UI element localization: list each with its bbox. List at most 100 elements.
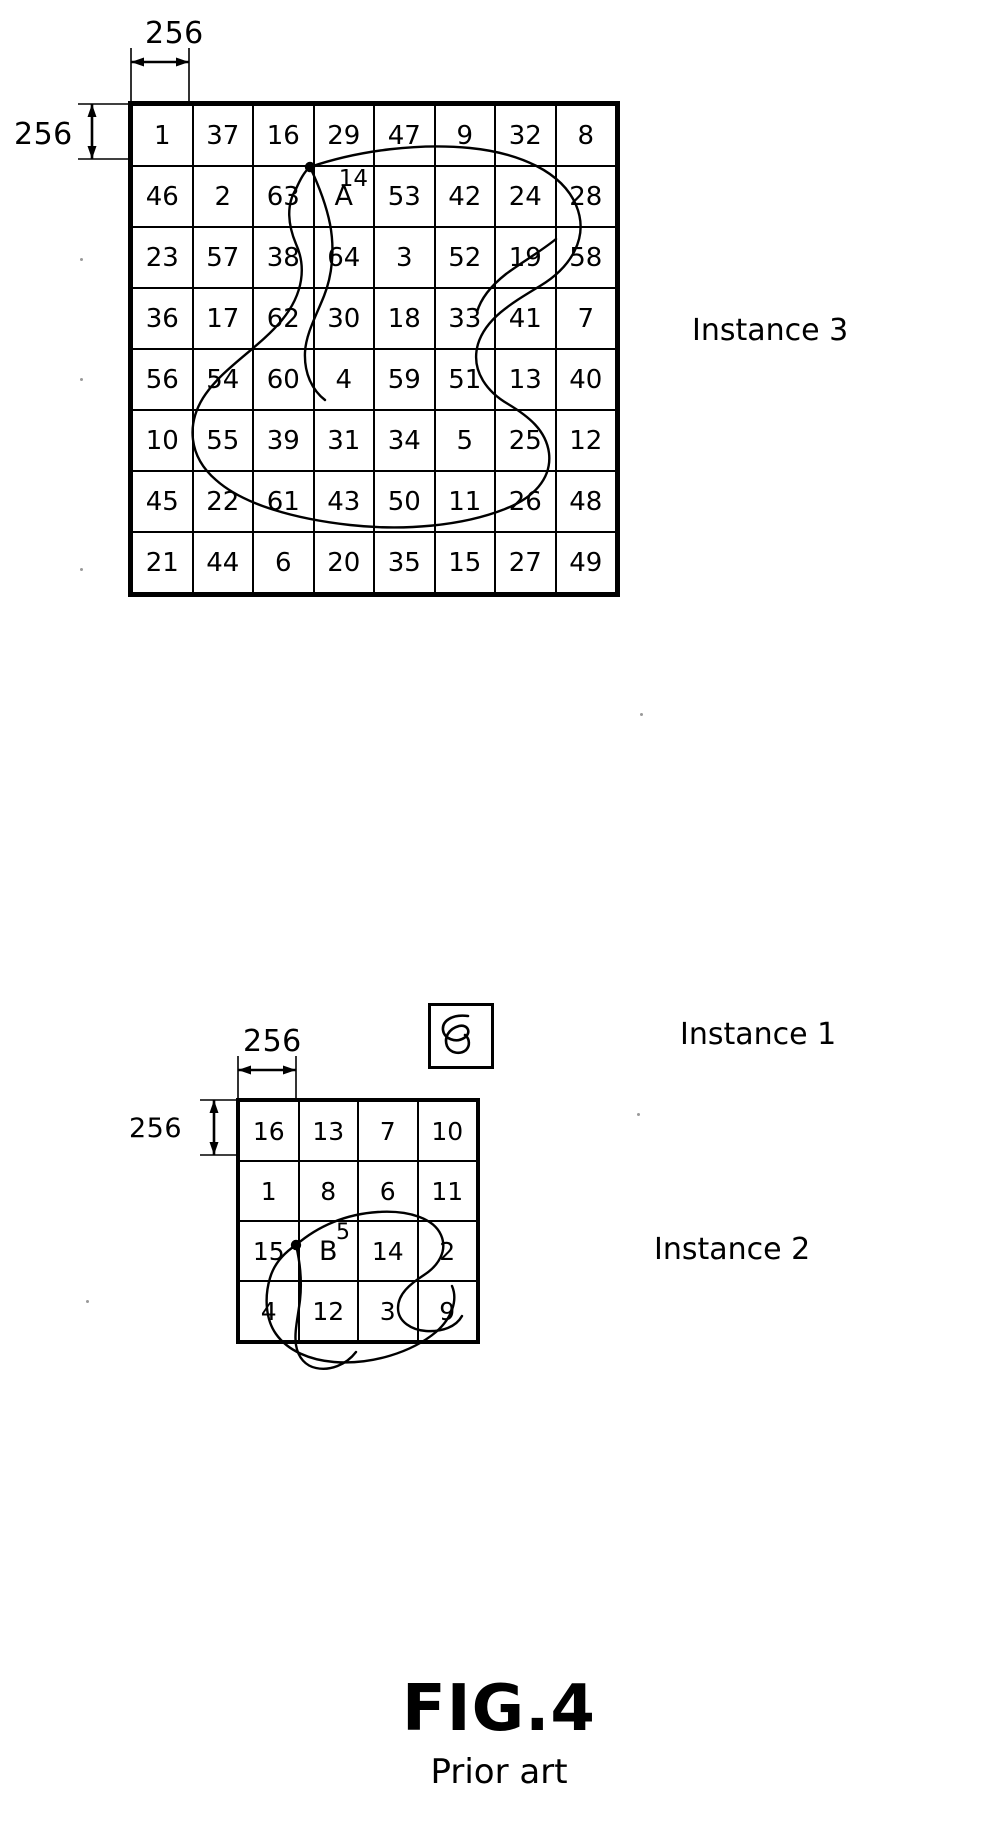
grid-cell: 8: [297, 1160, 359, 1222]
grid-cell: 4: [237, 1280, 300, 1343]
grid-cell: 4: [312, 348, 375, 411]
instance2-height-dimension-label: 256: [129, 1113, 183, 1144]
grid-cell: 41: [494, 287, 557, 350]
grid-cell: 18: [373, 287, 436, 350]
grid-cell: 19: [494, 226, 557, 289]
scan-speckle: [80, 568, 83, 571]
grid-cell: 40: [554, 348, 619, 411]
table-row: 45 22 61 43 50 11 26 48: [129, 470, 619, 533]
grid-cell: 16: [252, 102, 315, 167]
grid-cell: 53: [373, 165, 436, 228]
grid-cell: 11: [416, 1160, 479, 1222]
grid-cell: 49: [554, 531, 619, 596]
grid-cell: 2: [191, 165, 254, 228]
table-row: 16 13 7 10: [237, 1099, 479, 1162]
grid-cell: 13: [494, 348, 557, 411]
grid-cell: 26: [494, 470, 557, 533]
instance3-label: Instance 3: [692, 313, 849, 348]
grid-cell: 48: [554, 470, 619, 533]
grid-cell: 59: [373, 348, 436, 411]
grid-cell: 38: [252, 226, 315, 289]
scan-speckle: [637, 1113, 640, 1116]
grid-cell: 63: [252, 165, 315, 228]
table-row: 4 12 3 9: [237, 1280, 479, 1343]
grid-cell: 1: [129, 102, 194, 167]
instance1-label: Instance 1: [680, 1017, 837, 1052]
grid-cell: 37: [191, 102, 254, 167]
grid-cell: 3: [357, 1280, 419, 1343]
grid-cell: 56: [129, 348, 194, 411]
grid-cell: 9: [416, 1280, 479, 1343]
instance3-height-dimension-label: 256: [14, 117, 73, 152]
instance2-label: Instance 2: [654, 1232, 811, 1267]
grid-cell-macroblock-a: A 14: [312, 165, 375, 228]
grid-cell: 13: [297, 1099, 359, 1162]
grid-cell: 25: [494, 409, 557, 472]
grid-cell: 10: [129, 409, 194, 472]
grid-cell: 43: [312, 470, 375, 533]
figure-caption: Prior art: [430, 1752, 568, 1792]
grid-cell: 44: [191, 531, 254, 596]
grid-cell: 23: [129, 226, 194, 289]
instance2-width-dimension-label: 256: [243, 1024, 302, 1059]
grid-cell: 35: [373, 531, 436, 596]
grid-cell: 17: [191, 287, 254, 350]
scan-speckle: [640, 713, 643, 716]
grid-cell: 45: [129, 470, 194, 533]
grid-cell: 21: [129, 531, 194, 596]
grid-cell: 5: [433, 409, 496, 472]
grid-cell: 24: [494, 165, 557, 228]
grid-cell: 15: [433, 531, 496, 596]
grid-cell: 42: [433, 165, 496, 228]
grid-cell: 30: [312, 287, 375, 350]
instance2-macroblock-grid: 16 13 7 10 1 8 6 11 15 B 5 14 2 4 12 3 9: [236, 1098, 480, 1344]
grid-cell: 9: [433, 102, 496, 167]
table-row: 46 2 63 A 14 53 42 24 28: [129, 165, 619, 228]
macroblock-b-number: 5: [336, 1220, 350, 1245]
grid-cell: 60: [252, 348, 315, 411]
grid-cell: 34: [373, 409, 436, 472]
grid-cell: 31: [312, 409, 375, 472]
grid-cell: 51: [433, 348, 496, 411]
grid-cell: 8: [554, 102, 619, 167]
grid-cell: 50: [373, 470, 436, 533]
grid-cell: 57: [191, 226, 254, 289]
grid-cell: 1: [237, 1160, 300, 1222]
grid-cell: 6: [252, 531, 315, 596]
grid-cell: 52: [433, 226, 496, 289]
grid-cell: 28: [554, 165, 619, 228]
macroblock-a-number: 14: [338, 166, 368, 192]
grid-cell: 2: [416, 1220, 479, 1282]
grid-cell: 16: [237, 1099, 300, 1162]
grid-cell: 12: [297, 1280, 359, 1343]
grid-cell: 62: [252, 287, 315, 350]
grid-cell: 6: [357, 1160, 419, 1222]
grid-cell: 10: [416, 1099, 479, 1162]
grid-cell: 20: [312, 531, 375, 596]
grid-cell: 3: [373, 226, 436, 289]
grid-cell: 46: [129, 165, 194, 228]
grid-cell: 29: [312, 102, 375, 167]
grid-cell: 58: [554, 226, 619, 289]
table-row: 21 44 6 20 35 15 27 49: [129, 531, 619, 596]
table-row: 1 37 16 29 47 9 32 8: [129, 102, 619, 167]
instance3-macroblock-grid: 1 37 16 29 47 9 32 8 46 2 63 A 14 53 42 …: [128, 101, 620, 597]
grid-cell: 47: [373, 102, 436, 167]
grid-cell: 33: [433, 287, 496, 350]
scan-speckle: [80, 258, 83, 261]
grid-cell: 15: [237, 1220, 300, 1282]
grid-cell: 7: [554, 287, 619, 350]
table-row: 10 55 39 31 34 5 25 12: [129, 409, 619, 472]
table-row: 36 17 62 30 18 33 41 7: [129, 287, 619, 350]
scan-speckle: [80, 378, 83, 381]
table-row: 23 57 38 64 3 52 19 58: [129, 226, 619, 289]
grid-cell: 11: [433, 470, 496, 533]
instance3-width-dimension-label: 256: [145, 16, 204, 51]
grid-cell: 55: [191, 409, 254, 472]
grid-cell: 39: [252, 409, 315, 472]
grid-cell: 12: [554, 409, 619, 472]
grid-cell: 54: [191, 348, 254, 411]
grid-cell: 32: [494, 102, 557, 167]
grid-cell: 61: [252, 470, 315, 533]
figure-number: FIG.4: [402, 1672, 596, 1746]
